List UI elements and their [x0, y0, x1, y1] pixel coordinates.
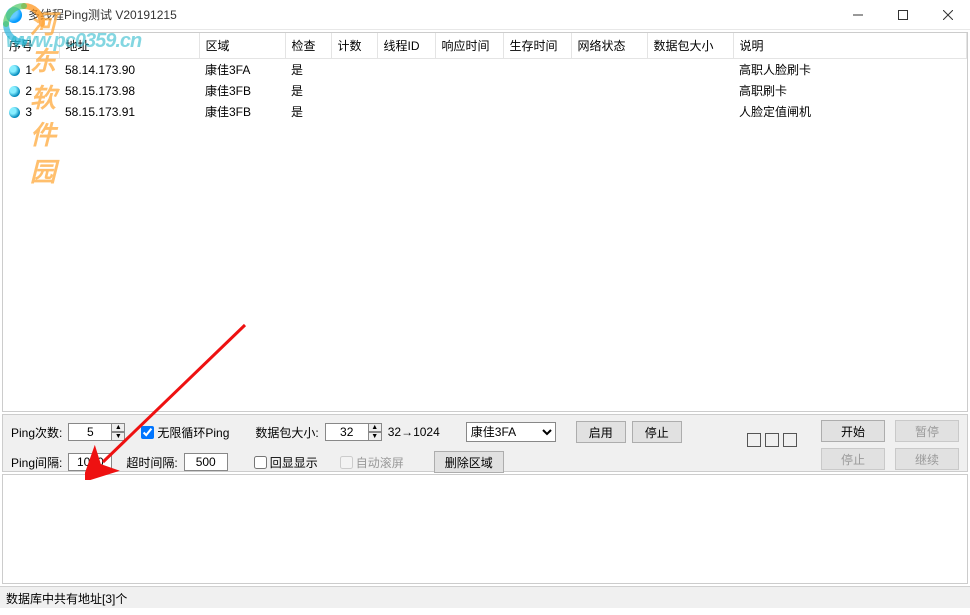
window-buttons — [835, 0, 970, 30]
table-cell — [503, 80, 571, 101]
table-cell: 是 — [285, 101, 331, 122]
column-header[interactable]: 生存时间 — [503, 33, 571, 59]
table-cell: 康佳3FB — [199, 101, 285, 122]
titlebar: 多线程Ping测试 V20191215 — [0, 0, 970, 30]
table-cell: 58.15.173.98 — [59, 80, 199, 101]
packet-size-range: 32→1024 — [388, 425, 440, 439]
app-icon — [6, 7, 22, 23]
table-cell: 康佳3FB — [199, 80, 285, 101]
continue-button: 继续 — [895, 448, 959, 470]
table-cell — [571, 59, 647, 81]
status-bar: 数据库中共有地址[3]个 — [0, 586, 970, 608]
column-header[interactable]: 检查 — [285, 33, 331, 59]
table-cell — [647, 80, 733, 101]
infinite-loop-check-input[interactable] — [141, 426, 154, 439]
table-cell — [435, 59, 503, 81]
close-button[interactable] — [925, 0, 970, 30]
table-cell: 人脸定值闸机 — [733, 101, 967, 122]
column-header[interactable]: 响应时间 — [435, 33, 503, 59]
ping-table[interactable]: 序号地址区域检查计数线程ID响应时间生存时间网络状态数据包大小说明 158.14… — [3, 33, 967, 122]
maximize-button[interactable] — [880, 0, 925, 30]
globe-icon — [9, 65, 20, 76]
table-cell — [377, 80, 435, 101]
timeout-interval-input[interactable] — [184, 453, 228, 471]
table-cell — [503, 101, 571, 122]
table-cell — [331, 101, 377, 122]
table-row[interactable]: 358.15.173.91康佳3FB是 人脸定值闸机 — [3, 101, 967, 122]
table-cell — [435, 101, 503, 122]
table-cell — [571, 101, 647, 122]
globe-icon — [9, 86, 20, 97]
table-row[interactable]: 258.15.173.98康佳3FB是 高职刷卡 — [3, 80, 967, 101]
control-row-1: Ping次数: ▲▼ 无限循环Ping 数据包大小: ▲▼ 32→1024 康佳… — [11, 421, 959, 443]
table-cell: 高职人脸刷卡 — [733, 59, 967, 81]
column-header[interactable]: 线程ID — [377, 33, 435, 59]
table-cell — [331, 59, 377, 81]
table-cell: 3 — [3, 101, 59, 122]
echo-display-check-input[interactable] — [254, 456, 267, 469]
log-panel[interactable] — [2, 474, 968, 584]
indicator-boxes — [747, 433, 797, 447]
table-row[interactable]: 158.14.173.90康佳3FA是 高职人脸刷卡 — [3, 59, 967, 81]
minimize-button[interactable] — [835, 0, 880, 30]
table-cell — [647, 101, 733, 122]
column-header[interactable]: 计数 — [331, 33, 377, 59]
stop2-button: 停止 — [821, 448, 885, 470]
auto-scroll-checkbox: 自动滚屏 — [340, 454, 404, 471]
delete-zone-button[interactable]: 删除区域 — [434, 451, 504, 473]
indicator-box-1 — [747, 433, 761, 447]
packet-size-label: 数据包大小: — [255, 424, 318, 441]
infinite-loop-checkbox[interactable]: 无限循环Ping — [141, 424, 229, 441]
table-cell — [571, 80, 647, 101]
column-header[interactable]: 网络状态 — [571, 33, 647, 59]
enable-button[interactable]: 启用 — [576, 421, 626, 443]
column-header[interactable]: 地址 — [59, 33, 199, 59]
status-text: 数据库中共有地址[3]个 — [6, 592, 127, 606]
table-cell: 是 — [285, 59, 331, 81]
right-button-group: 开始 暂停 停止 继续 — [821, 420, 959, 470]
column-header[interactable]: 数据包大小 — [647, 33, 733, 59]
table-cell: 2 — [3, 80, 59, 101]
table-cell — [331, 80, 377, 101]
table-cell: 高职刷卡 — [733, 80, 967, 101]
ping-count-spinner[interactable]: ▲▼ — [111, 423, 125, 441]
control-panel: Ping次数: ▲▼ 无限循环Ping 数据包大小: ▲▼ 32→1024 康佳… — [2, 414, 968, 472]
pause-button: 暂停 — [895, 420, 959, 442]
ping-count-input[interactable] — [68, 423, 112, 441]
packet-size-spinner[interactable]: ▲▼ — [368, 423, 382, 441]
table-cell: 58.14.173.90 — [59, 59, 199, 81]
ping-interval-input[interactable] — [68, 453, 112, 471]
table-cell: 58.15.173.91 — [59, 101, 199, 122]
main-table-area: 序号地址区域检查计数线程ID响应时间生存时间网络状态数据包大小说明 158.14… — [2, 32, 968, 412]
table-cell — [435, 80, 503, 101]
column-header[interactable]: 区域 — [199, 33, 285, 59]
ping-interval-label: Ping间隔: — [11, 454, 62, 471]
window-title: 多线程Ping测试 V20191215 — [28, 6, 177, 23]
column-header[interactable]: 说明 — [733, 33, 967, 59]
indicator-box-2 — [765, 433, 779, 447]
stop-button[interactable]: 停止 — [632, 421, 682, 443]
packet-size-input[interactable] — [325, 423, 369, 441]
start-button[interactable]: 开始 — [821, 420, 885, 442]
zone-select[interactable]: 康佳3FA — [466, 422, 556, 442]
indicator-box-3 — [783, 433, 797, 447]
auto-scroll-check-input — [340, 456, 353, 469]
table-cell — [503, 59, 571, 81]
table-cell — [647, 59, 733, 81]
table-cell: 是 — [285, 80, 331, 101]
table-cell: 1 — [3, 59, 59, 81]
ping-count-label: Ping次数: — [11, 424, 62, 441]
table-cell — [377, 101, 435, 122]
table-cell: 康佳3FA — [199, 59, 285, 81]
column-header[interactable]: 序号 — [3, 33, 59, 59]
echo-display-checkbox[interactable]: 回显显示 — [254, 454, 318, 471]
timeout-interval-label: 超时间隔: — [126, 454, 177, 471]
table-cell — [377, 59, 435, 81]
globe-icon — [9, 107, 20, 118]
control-row-2: Ping间隔: 超时间隔: 回显显示 自动滚屏 删除区域 — [11, 451, 959, 473]
